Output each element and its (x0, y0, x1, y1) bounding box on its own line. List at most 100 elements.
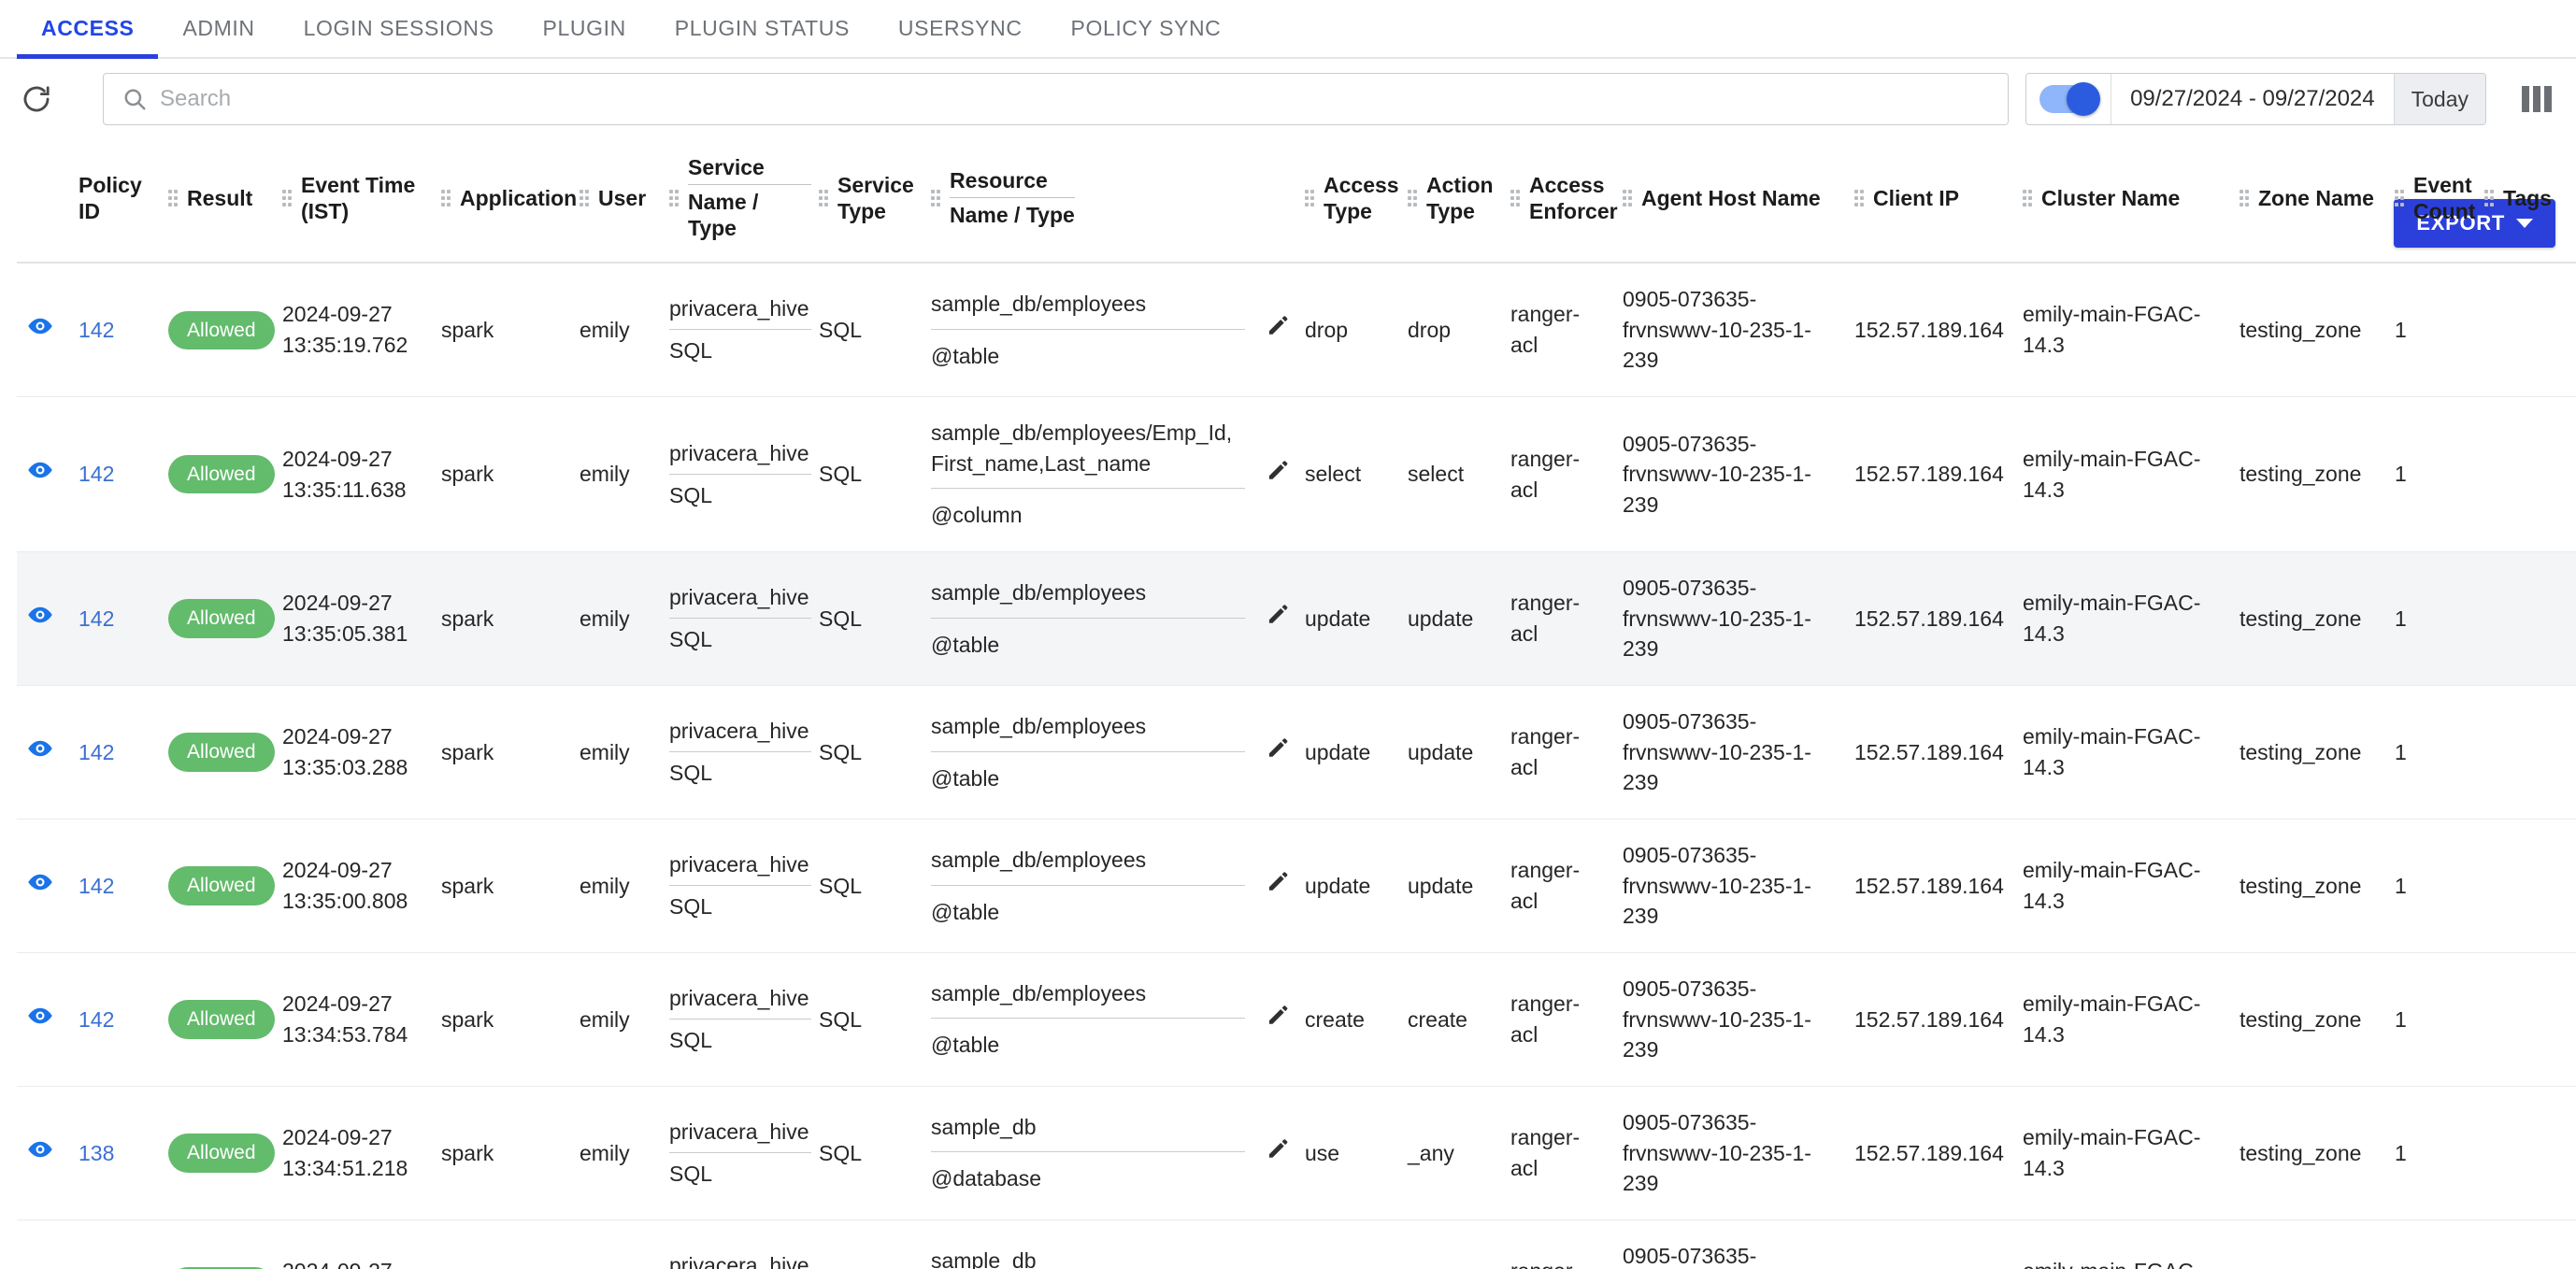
cell-view-details[interactable] (17, 551, 75, 687)
column-header-resource[interactable]: Resource Name / Type (927, 139, 1301, 264)
cell-action-type: update (1404, 685, 1507, 820)
edit-pencil-icon[interactable] (1266, 736, 1290, 769)
edit-pencil-icon[interactable] (1266, 870, 1290, 903)
cell-view-details[interactable] (17, 1219, 75, 1269)
table-row[interactable]: 142 Allowed 2024-09-27 13:35:03.288 spark em… (17, 685, 2576, 820)
policy-id-link[interactable]: 142 (79, 318, 114, 342)
column-header-cluster_name[interactable]: Cluster Name (2019, 139, 2236, 264)
columns-icon[interactable] (2522, 86, 2552, 112)
tab-usersync[interactable]: USERSYNC (874, 0, 1047, 57)
cell-service-type: SQL (815, 1086, 927, 1220)
date-range-value[interactable]: 09/27/2024 - 09/27/2024 (2111, 74, 2394, 124)
column-drag-handle[interactable] (282, 189, 292, 207)
column-header-user[interactable]: User (576, 139, 665, 264)
column-header-event_count[interactable]: Event Count (2391, 139, 2481, 264)
table-row[interactable]: 142 Allowed 2024-09-27 13:34:53.784 spark em… (17, 952, 2576, 1087)
column-drag-handle[interactable] (2395, 189, 2404, 207)
column-drag-handle[interactable] (1305, 189, 1314, 207)
today-button[interactable]: Today (2393, 74, 2485, 124)
column-header-access_type[interactable]: Access Type (1301, 139, 1404, 264)
column-drag-handle[interactable] (669, 189, 679, 207)
cell-view-details[interactable] (17, 952, 75, 1087)
column-drag-handle[interactable] (168, 189, 178, 207)
service-name-type: SQL (669, 1027, 713, 1052)
edit-pencil-icon[interactable] (1266, 1004, 1290, 1036)
tab-policy-sync[interactable]: POLICY SYNC (1047, 0, 1246, 57)
tab-access[interactable]: ACCESS (17, 0, 159, 59)
tab-login-sessions[interactable]: LOGIN SESSIONS (279, 0, 519, 57)
column-header-label-agent_host_name: Agent Host Name (1641, 185, 1821, 210)
policy-id-link[interactable]: 138 (79, 1141, 114, 1165)
tab-admin[interactable]: ADMIN (158, 0, 279, 57)
view-details-eye-icon[interactable] (26, 456, 54, 492)
column-header-access_enforcer[interactable]: Access Enforcer (1507, 139, 1619, 264)
column-header-service_type[interactable]: Service Type (815, 139, 927, 264)
policy-id-link[interactable]: 142 (79, 740, 114, 764)
column-header-service[interactable]: Service Name / Type (665, 139, 815, 264)
search-box[interactable] (103, 73, 2010, 125)
cell-view-details[interactable] (17, 685, 75, 820)
edit-pencil-icon[interactable] (1266, 1137, 1290, 1170)
column-header-client_ip[interactable]: Client IP (1851, 139, 2019, 264)
column-header-result[interactable]: Result (165, 139, 279, 264)
column-drag-handle[interactable] (819, 189, 828, 207)
column-drag-handle[interactable] (1854, 189, 1864, 207)
column-header-label-client_ip: Client IP (1873, 185, 1960, 210)
column-drag-handle[interactable] (1623, 189, 1632, 207)
tab-plugin-status[interactable]: PLUGIN STATUS (651, 0, 874, 57)
column-header-agent_host_name[interactable]: Agent Host Name (1619, 139, 1851, 264)
policy-id-link[interactable]: 142 (79, 606, 114, 631)
cell-application: spark (437, 952, 576, 1087)
status-badge: Allowed (168, 310, 275, 349)
column-drag-handle[interactable] (580, 189, 589, 207)
view-details-eye-icon[interactable] (26, 734, 54, 771)
column-header-zone_name[interactable]: Zone Name (2236, 139, 2391, 264)
cell-view-details[interactable] (17, 396, 75, 553)
column-drag-handle[interactable] (2240, 189, 2249, 207)
edit-pencil-icon[interactable] (1266, 314, 1290, 347)
column-drag-handle[interactable] (1408, 189, 1417, 207)
edit-pencil-icon[interactable] (1266, 458, 1290, 491)
edit-pencil-icon[interactable] (1266, 603, 1290, 635)
cell-service-name-type: privacera_hive SQL (665, 263, 815, 398)
cell-cluster-name: emily-main-FGAC-14.3 (2019, 1219, 2236, 1269)
cell-user: emily (576, 396, 665, 553)
refresh-button[interactable] (7, 70, 65, 128)
tab-plugin[interactable]: PLUGIN (519, 0, 651, 57)
column-header-action_type[interactable]: Action Type (1404, 139, 1507, 264)
cell-view-details[interactable] (17, 263, 75, 398)
column-drag-handle[interactable] (2023, 189, 2032, 207)
view-details-eye-icon[interactable] (26, 1135, 54, 1172)
policy-id-link[interactable]: 142 (79, 1007, 114, 1032)
table-row[interactable]: 142 Allowed 2024-09-27 13:35:11.638 spark em… (17, 396, 2576, 553)
column-header-event_time[interactable]: Event Time (IST) (279, 139, 437, 264)
column-header-eye[interactable] (17, 139, 75, 264)
column-header-policy_id[interactable]: Policy ID (75, 139, 165, 264)
table-row[interactable]: 142 Allowed 2024-09-27 13:35:05.381 spark em… (17, 551, 2576, 687)
policy-id-link[interactable]: 142 (79, 462, 114, 486)
column-header-tags[interactable]: Tags (2481, 139, 2576, 264)
toggle-switch[interactable] (2039, 82, 2101, 116)
column-drag-handle[interactable] (2484, 189, 2494, 207)
column-drag-handle[interactable] (931, 189, 940, 207)
column-header-application[interactable]: Application (437, 139, 577, 264)
search-input[interactable] (160, 74, 2009, 124)
cell-event-time: 2024-09-27 13:34:51.218 (279, 1086, 437, 1220)
view-details-eye-icon[interactable] (26, 868, 54, 905)
table-row[interactable]: 138 Allowed 2024-09-27 13:34:51.218 spark em… (17, 1086, 2576, 1220)
policy-id-link[interactable]: 142 (79, 874, 114, 898)
status-badge: Allowed (168, 1134, 275, 1173)
view-details-eye-icon[interactable] (26, 1002, 54, 1038)
date-filter-toggle[interactable] (2026, 74, 2112, 124)
view-details-eye-icon[interactable] (26, 601, 54, 637)
table-row[interactable]: 138Allowed2024-09-27 13:34:38.335sparkem… (17, 1219, 2576, 1269)
cell-application: spark (437, 685, 576, 820)
cell-view-details[interactable] (17, 1086, 75, 1220)
table-row[interactable]: 142 Allowed 2024-09-27 13:35:19.762 spark em… (17, 263, 2576, 398)
table-row[interactable]: 142 Allowed 2024-09-27 13:35:00.808 spark em… (17, 819, 2576, 953)
view-details-eye-icon[interactable] (26, 312, 54, 349)
cell-view-details[interactable] (17, 819, 75, 953)
column-drag-handle[interactable] (441, 189, 451, 207)
column-drag-handle[interactable] (1510, 189, 1520, 207)
cell-access-enforcer: ranger- acl (1507, 551, 1619, 687)
